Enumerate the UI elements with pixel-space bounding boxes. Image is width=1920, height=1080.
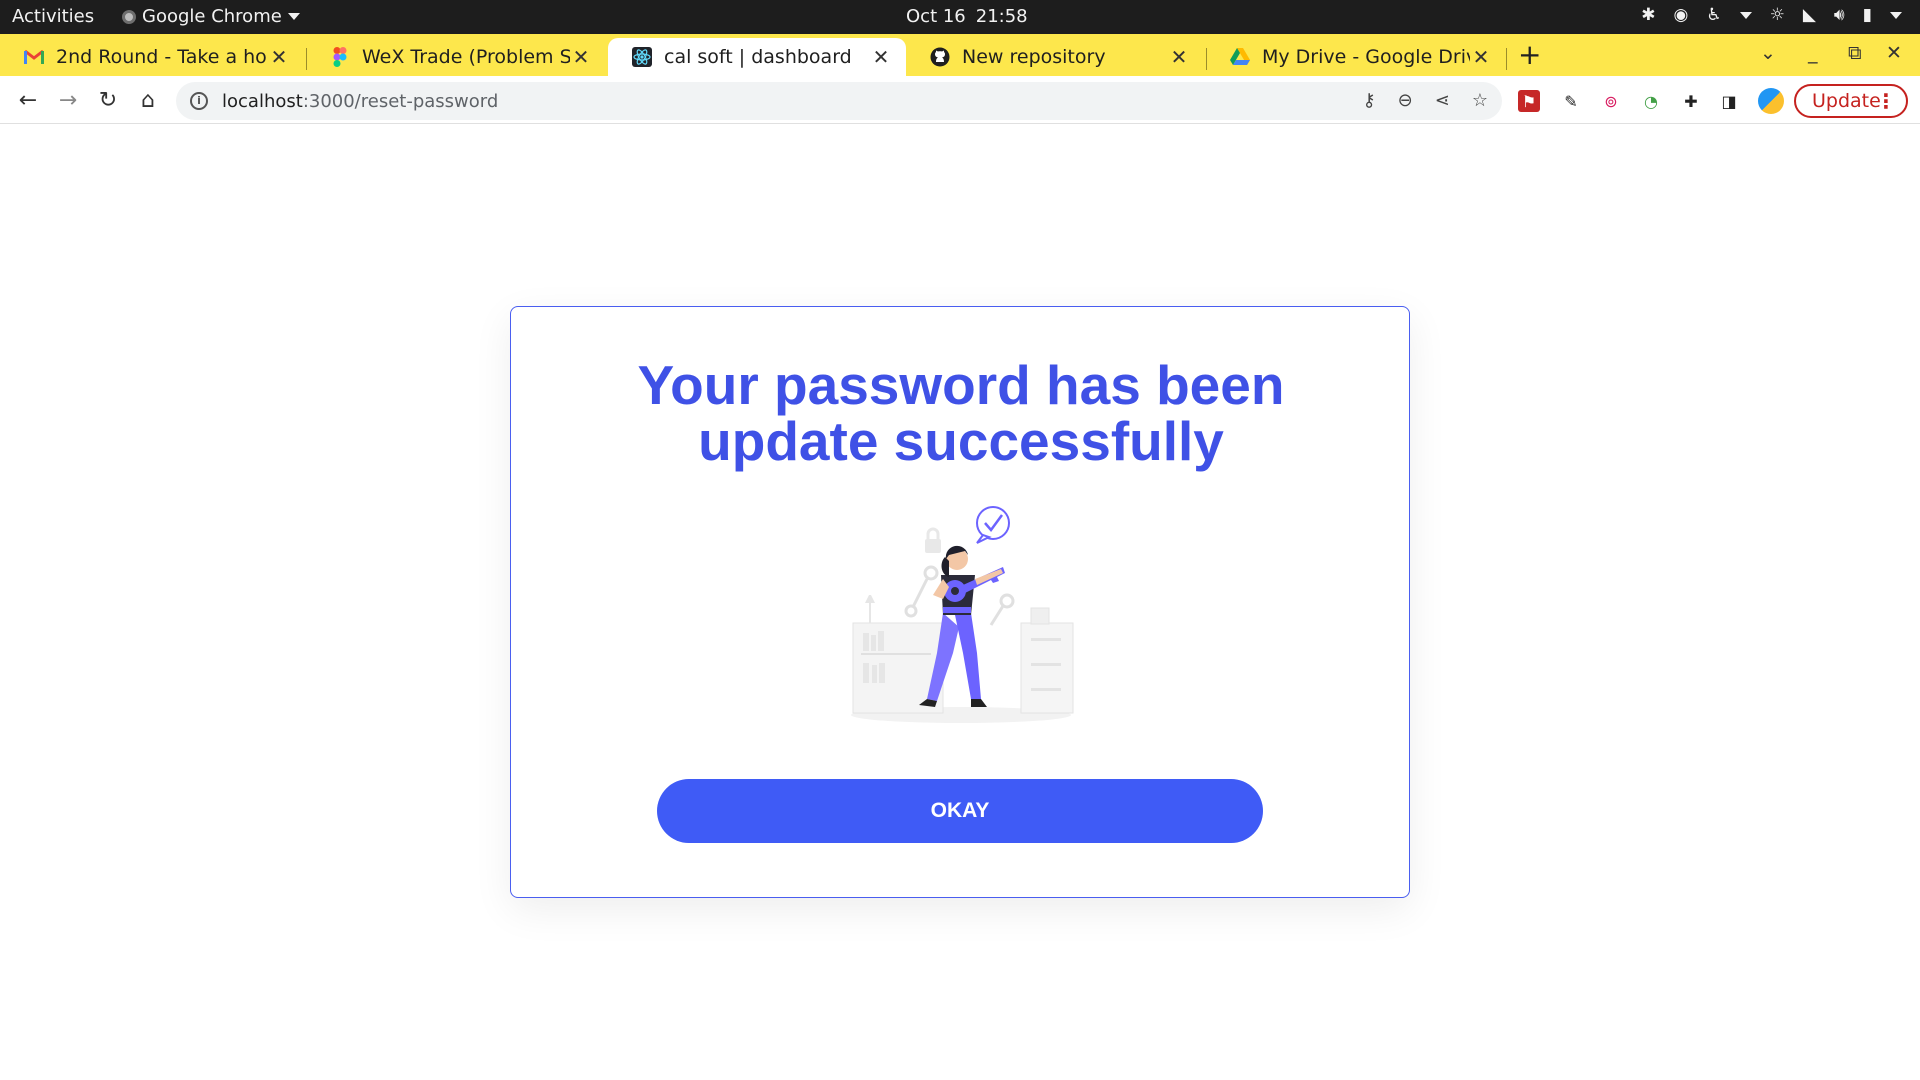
system-tray[interactable]: ✱ ◉ ♿ ☼ ◣ 🔊︎ ▮ — [1641, 5, 1902, 25]
update-label: Update — [1812, 90, 1881, 112]
tab-gmail[interactable]: 2nd Round - Take a home ✕ — [0, 38, 304, 76]
color-picker-icon[interactable]: ✎ — [1560, 90, 1582, 112]
battery-icon[interactable]: ▮ — [1863, 5, 1872, 25]
figma-icon — [330, 47, 350, 67]
slack-icon[interactable]: ✱ — [1641, 5, 1655, 25]
tab-title: New repository — [962, 46, 1106, 68]
success-heading-line1: Your password has been — [637, 354, 1285, 416]
tab-title: 2nd Round - Take a home — [56, 46, 268, 68]
okay-button[interactable]: OKAY — [657, 779, 1263, 843]
profile-avatar[interactable] — [1758, 88, 1784, 114]
password-success-illustration — [851, 506, 1074, 723]
code-extension-icon[interactable]: ⊚ — [1600, 90, 1622, 112]
success-heading-line2: update successfully — [698, 410, 1224, 472]
clock-time: 21:58 — [975, 6, 1028, 27]
password-updated-card: Your password has been update successful… — [510, 306, 1410, 898]
chevron-down-icon[interactable] — [1890, 11, 1902, 19]
chevron-down-icon[interactable] — [1739, 11, 1752, 19]
forward-icon[interactable]: → — [54, 86, 82, 114]
tab-title: WeX Trade (Problem Stat — [362, 46, 570, 68]
chrome-app-icon — [122, 9, 136, 24]
tab-google-drive[interactable]: My Drive - Google Drive ✕ — [1206, 38, 1506, 76]
chevron-down-icon — [287, 13, 300, 20]
close-window-icon[interactable]: ✕ — [1886, 42, 1902, 64]
close-icon[interactable]: ✕ — [570, 45, 592, 69]
home-icon[interactable]: ⌂ — [134, 86, 162, 114]
close-icon[interactable]: ✕ — [870, 45, 892, 69]
chevron-down-icon[interactable]: ⌄ — [1760, 42, 1776, 64]
tab-github[interactable]: New repository ✕ — [906, 38, 1204, 76]
extensions-puzzle-icon[interactable]: ✚ — [1680, 90, 1702, 112]
back-icon[interactable]: ← — [14, 86, 42, 114]
clock[interactable]: Oct 16 21:58 — [906, 6, 1038, 27]
extension-red-icon[interactable]: ⚑ — [1518, 90, 1540, 112]
tab-cal-soft-dashboard[interactable]: cal soft | dashboard ✕ — [608, 38, 906, 76]
side-panel-icon[interactable]: ◨ — [1718, 90, 1740, 112]
tab-strip: 2nd Round - Take a home ✕ WeX Trade (Pro… — [0, 34, 1920, 76]
user-indicator-icon[interactable]: ◉ — [1674, 5, 1689, 25]
close-icon[interactable]: ✕ — [268, 45, 290, 69]
zoom-icon[interactable]: ⊖ — [1398, 90, 1413, 111]
success-heading: Your password has been update successful… — [511, 357, 1411, 469]
password-key-icon[interactable]: ⚷ — [1362, 90, 1375, 111]
tab-title: cal soft | dashboard — [664, 46, 852, 68]
restore-icon[interactable]: ⧉ — [1848, 42, 1862, 64]
system-top-bar: Activities Google Chrome Oct 16 21:58 ✱ ◉… — [0, 0, 1920, 34]
timer-extension-icon[interactable]: ◔ — [1640, 90, 1662, 112]
google-drive-icon — [1230, 47, 1250, 67]
reload-icon[interactable]: ↻ — [94, 86, 122, 114]
accessibility-icon[interactable]: ♿ — [1706, 5, 1721, 25]
wifi-icon[interactable]: ◣ — [1803, 5, 1816, 25]
new-tab-button[interactable]: + — [1518, 38, 1541, 71]
address-bar[interactable]: i localhost:3000/reset-password ⚷ ⊖ ⋖ ☆ — [176, 82, 1502, 120]
url-host: localhost — [222, 90, 303, 112]
url-text[interactable]: localhost:3000/reset-password — [222, 91, 498, 112]
close-icon[interactable]: ✕ — [1168, 45, 1190, 69]
gmail-icon — [24, 47, 44, 67]
bookmark-star-icon[interactable]: ☆ — [1472, 90, 1488, 111]
menu-kebab-icon[interactable]: ⋮ — [1876, 89, 1896, 113]
brightness-icon[interactable]: ☼ — [1770, 5, 1785, 25]
clock-date: Oct 16 — [906, 6, 966, 27]
app-menu[interactable]: Google Chrome — [122, 6, 300, 27]
update-button[interactable]: Update ⋮ — [1794, 84, 1908, 118]
volume-icon[interactable]: 🔊︎ — [1834, 5, 1845, 25]
tab-title: My Drive - Google Drive — [1262, 46, 1470, 68]
tab-separator — [1506, 48, 1507, 70]
url-path: :3000/reset-password — [302, 90, 499, 112]
react-icon — [632, 47, 652, 67]
github-icon — [930, 47, 950, 67]
site-info-icon[interactable]: i — [190, 92, 208, 110]
app-menu-label: Google Chrome — [142, 6, 282, 27]
close-icon[interactable]: ✕ — [1470, 45, 1492, 69]
browser-toolbar: ← → ↻ ⌂ i localhost:3000/reset-password … — [0, 76, 1920, 124]
tab-figma[interactable]: WeX Trade (Problem Stat ✕ — [306, 38, 606, 76]
minimize-icon[interactable]: _ — [1808, 42, 1818, 64]
activities-button[interactable]: Activities — [12, 6, 94, 27]
share-icon[interactable]: ⋖ — [1435, 90, 1450, 111]
